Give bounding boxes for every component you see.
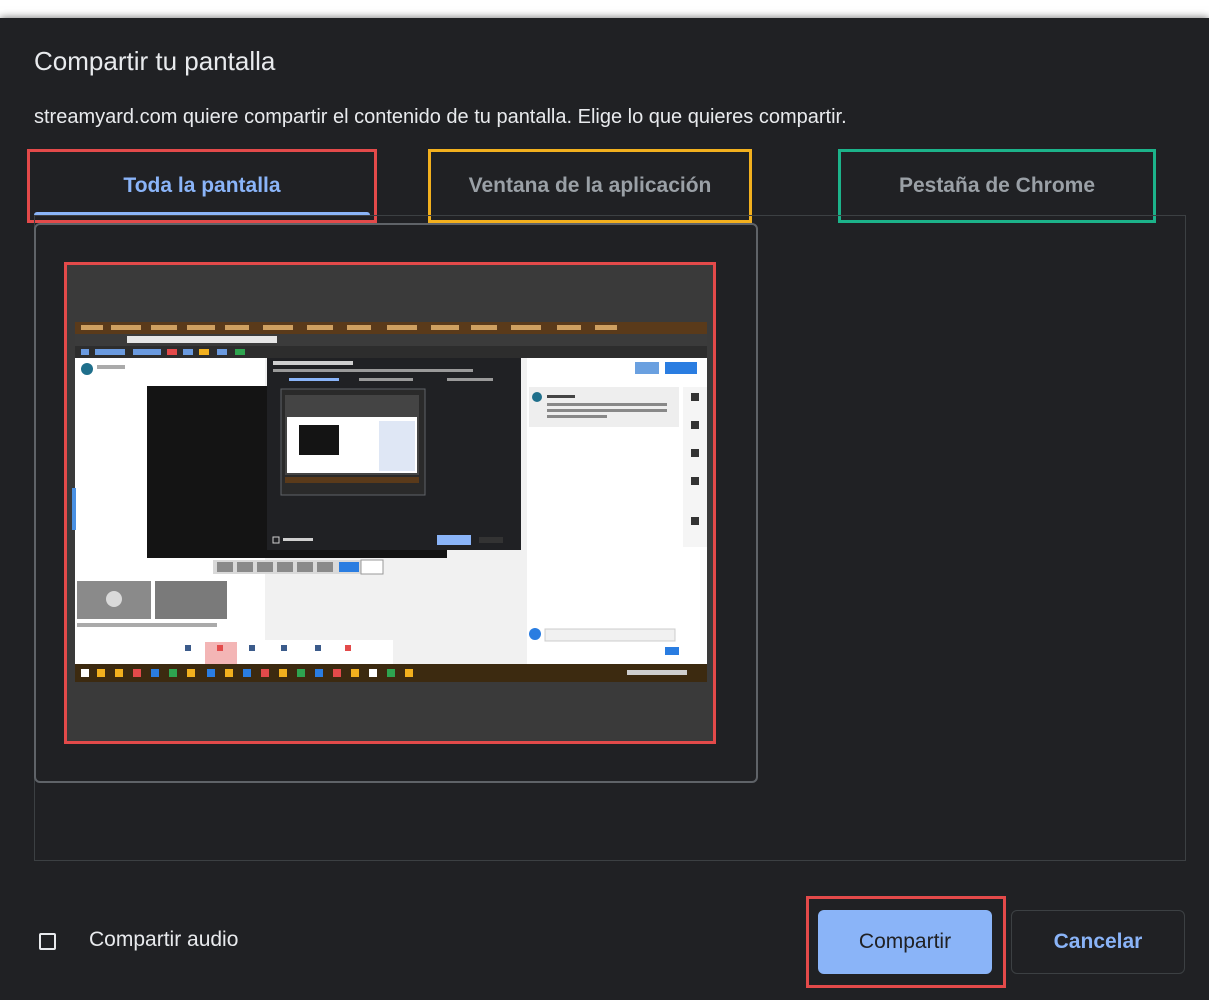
tab-entire-screen-label: Toda la pantalla bbox=[123, 174, 281, 197]
cancel-button[interactable]: Cancelar bbox=[1011, 910, 1185, 974]
screen-preview-image bbox=[67, 265, 713, 741]
share-screen-dialog: Compartir tu pantalla streamyard.com qui… bbox=[0, 18, 1209, 1000]
dialog-title: Compartir tu pantalla bbox=[34, 46, 276, 76]
thumbnail-focus-marker bbox=[72, 488, 76, 530]
share-audio-label: Compartir audio bbox=[89, 928, 239, 951]
share-button[interactable]: Compartir bbox=[818, 910, 992, 974]
tab-entire-screen[interactable]: Toda la pantalla bbox=[27, 149, 377, 223]
dialog-subtitle: streamyard.com quiere compartir el conte… bbox=[34, 106, 847, 128]
tab-application-window[interactable]: Ventana de la aplicación bbox=[428, 149, 752, 223]
tab-chrome-tab[interactable]: Pestaña de Chrome bbox=[838, 149, 1156, 223]
tab-application-window-label: Ventana de la aplicación bbox=[468, 174, 712, 197]
tab-chrome-tab-label: Pestaña de Chrome bbox=[898, 174, 1096, 197]
share-audio-checkbox[interactable] bbox=[39, 933, 56, 950]
screen-thumbnail[interactable] bbox=[64, 262, 716, 744]
